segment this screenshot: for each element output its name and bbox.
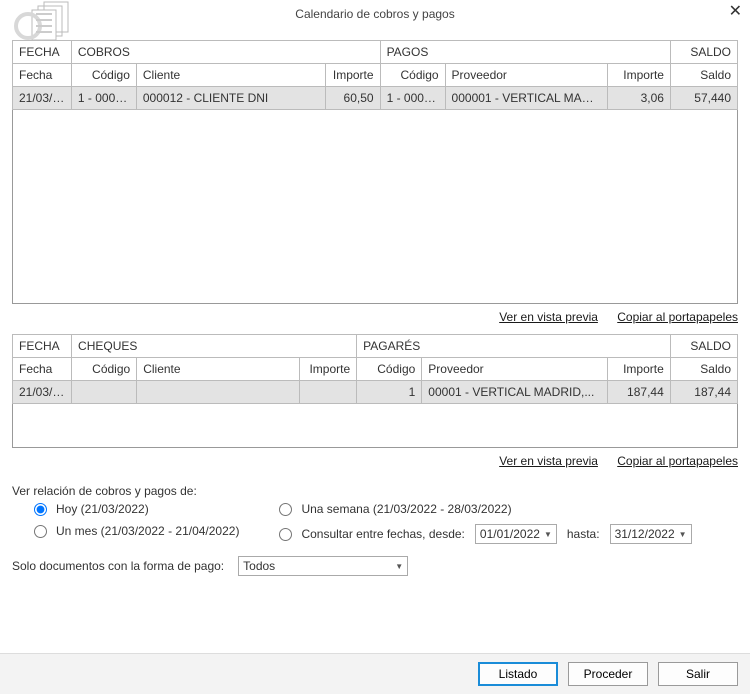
col-proveedor-2[interactable]: Proveedor (422, 358, 607, 381)
formapago-combo[interactable]: Todos ▼ (238, 556, 408, 576)
group-pagares: PAGARÉS (357, 335, 671, 358)
filters-label: Ver relación de cobros y pagos de: (12, 478, 738, 502)
grid-cheques-pagares-body[interactable] (12, 404, 738, 448)
col-codigo-p-2[interactable]: Código (357, 358, 422, 381)
col-importe-c-2[interactable]: Importe (300, 358, 357, 381)
col-importe-p-2[interactable]: Importe (607, 358, 670, 381)
radio-entre-label: Consultar entre fechas, desde: (301, 527, 464, 541)
col-proveedor[interactable]: Proveedor (445, 64, 607, 87)
radio-hoy-label: Hoy (21/03/2022) (56, 502, 149, 516)
col-saldo[interactable]: Saldo (670, 64, 737, 87)
radio-hoy-input[interactable] (34, 503, 47, 516)
col-fecha[interactable]: Fecha (13, 64, 72, 87)
cell-importe-c: 60,50 (325, 87, 380, 110)
cell-saldo: 57,440 (670, 87, 737, 110)
proceder-button[interactable]: Proceder (568, 662, 648, 686)
group-cheques: CHEQUES (72, 335, 357, 358)
radio-mes[interactable]: Un mes (21/03/2022 - 21/04/2022) (34, 524, 239, 538)
radio-mes-input[interactable] (34, 525, 47, 538)
grid-cobros-pagos[interactable]: FECHA COBROS PAGOS SALDO Fecha Código Cl… (12, 40, 738, 110)
cell-codigo-p: 1 - 000002 (380, 87, 445, 110)
cell-saldo: 187,44 (670, 381, 737, 404)
col-importe-c[interactable]: Importe (325, 64, 380, 87)
col-codigo-c-2[interactable]: Código (72, 358, 137, 381)
date-desde[interactable]: 01/01/2022 ▼ (475, 524, 557, 544)
cell-importe-c (300, 381, 357, 404)
cell-proveedor: 00001 - VERTICAL MADRID,... (422, 381, 607, 404)
radio-entre-input[interactable] (279, 528, 292, 541)
cell-codigo-c (72, 381, 137, 404)
radio-hoy[interactable]: Hoy (21/03/2022) (34, 502, 239, 516)
date-hasta-value: 31/12/2022 (615, 527, 675, 541)
group-cobros: COBROS (71, 41, 380, 64)
radio-entre[interactable]: Consultar entre fechas, desde: (279, 527, 464, 541)
table-row[interactable]: 21/03/22 1 00001 - VERTICAL MADRID,... 1… (13, 381, 738, 404)
cell-codigo-c: 1 - 000005 (71, 87, 136, 110)
chevron-down-icon[interactable]: ▼ (675, 530, 689, 539)
cell-proveedor: 000001 - VERTICAL MADRI... (445, 87, 607, 110)
group-saldo: SALDO (670, 41, 737, 64)
cell-cliente (137, 381, 300, 404)
radio-semana-label: Una semana (21/03/2022 - 28/03/2022) (301, 502, 511, 516)
salir-button[interactable]: Salir (658, 662, 738, 686)
link-preview-2[interactable]: Ver en vista previa (499, 454, 598, 468)
date-hasta[interactable]: 31/12/2022 ▼ (610, 524, 692, 544)
radio-semana[interactable]: Una semana (21/03/2022 - 28/03/2022) (279, 502, 695, 516)
col-codigo-p[interactable]: Código (380, 64, 445, 87)
group-saldo-2: SALDO (670, 335, 737, 358)
col-codigo-c[interactable]: Código (71, 64, 136, 87)
chevron-down-icon[interactable]: ▼ (540, 530, 554, 539)
listado-button[interactable]: Listado (478, 662, 558, 686)
cell-fecha: 21/03/22 (13, 87, 72, 110)
table-row[interactable]: 21/03/22 1 - 000005 000012 - CLIENTE DNI… (13, 87, 738, 110)
title-bar: Calendario de cobros y pagos ✕ (0, 0, 750, 28)
group-fecha-2: FECHA (13, 335, 72, 358)
grid-cobros-pagos-body[interactable] (12, 110, 738, 304)
group-pagos: PAGOS (380, 41, 670, 64)
cell-codigo-p: 1 (357, 381, 422, 404)
col-importe-p[interactable]: Importe (608, 64, 671, 87)
link-preview-1[interactable]: Ver en vista previa (499, 310, 598, 324)
radio-semana-input[interactable] (279, 503, 292, 516)
close-icon[interactable]: ✕ (729, 4, 742, 20)
link-copy-2[interactable]: Copiar al portapapeles (617, 454, 738, 468)
formapago-label: Solo documentos con la forma de pago: (12, 559, 224, 573)
col-fecha-2[interactable]: Fecha (13, 358, 72, 381)
formapago-value: Todos (243, 559, 275, 573)
col-cliente[interactable]: Cliente (136, 64, 325, 87)
grid-cheques-pagares[interactable]: FECHA CHEQUES PAGARÉS SALDO Fecha Código… (12, 334, 738, 404)
cell-cliente: 000012 - CLIENTE DNI (136, 87, 325, 110)
col-saldo-2[interactable]: Saldo (670, 358, 737, 381)
radio-mes-label: Un mes (21/03/2022 - 21/04/2022) (56, 524, 239, 538)
cell-importe-p: 3,06 (608, 87, 671, 110)
window-title: Calendario de cobros y pagos (295, 7, 454, 21)
cell-importe-p: 187,44 (607, 381, 670, 404)
link-copy-1[interactable]: Copiar al portapapeles (617, 310, 738, 324)
col-cliente-2[interactable]: Cliente (137, 358, 300, 381)
footer-bar: Listado Proceder Salir (0, 653, 750, 694)
date-desde-value: 01/01/2022 (480, 527, 540, 541)
hasta-label: hasta: (567, 527, 600, 541)
cell-fecha: 21/03/22 (13, 381, 72, 404)
chevron-down-icon[interactable]: ▼ (395, 562, 403, 571)
report-icon (10, 0, 100, 44)
